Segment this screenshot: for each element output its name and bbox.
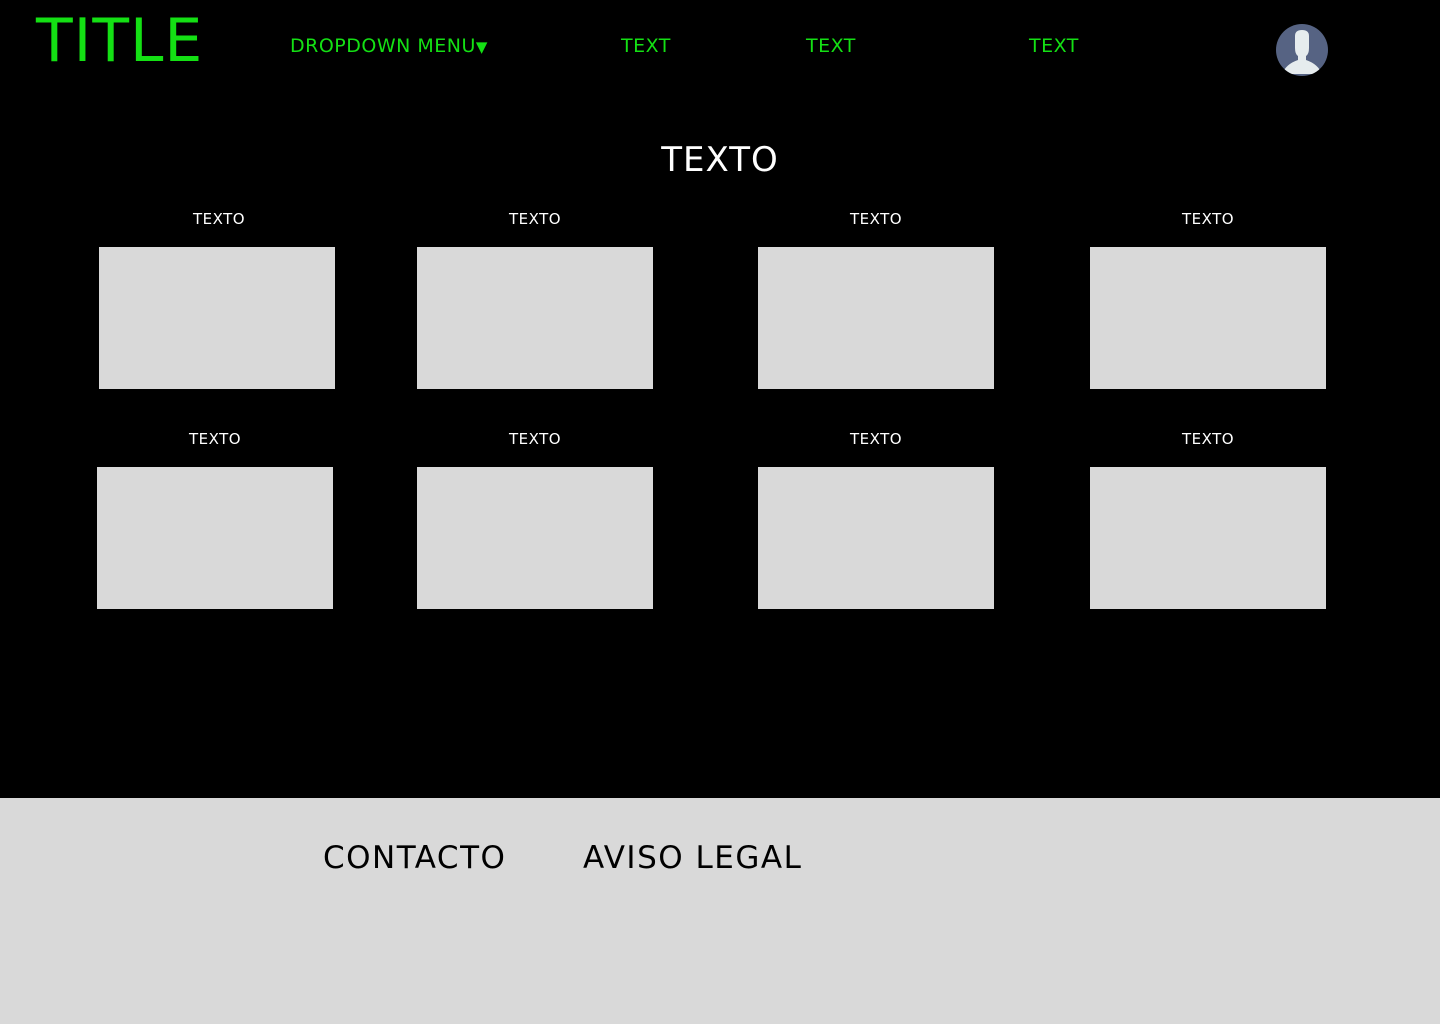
card-label: TEXTO	[849, 210, 903, 228]
card-image-placeholder[interactable]	[1090, 467, 1326, 609]
nav-link-1[interactable]: TEXT	[621, 34, 671, 58]
user-avatar-icon[interactable]	[1276, 24, 1328, 76]
card-image-placeholder[interactable]	[758, 247, 994, 389]
card-label: TEXTO	[1181, 430, 1235, 448]
section-heading: TEXTO	[661, 140, 779, 180]
footer-link-contacto[interactable]: CONTACTO	[323, 840, 506, 876]
footer	[0, 798, 1440, 1024]
dropdown-menu[interactable]: DROPDOWN MENU▼	[290, 34, 488, 59]
nav-link-2[interactable]: TEXT	[806, 34, 856, 58]
card-label: TEXTO	[1181, 210, 1235, 228]
card-image-placeholder[interactable]	[99, 247, 335, 389]
caret-down-icon: ▼	[475, 38, 488, 56]
dropdown-label: DROPDOWN MENU	[290, 35, 476, 57]
card-image-placeholder[interactable]	[1090, 247, 1326, 389]
card-label: TEXTO	[849, 430, 903, 448]
card-image-placeholder[interactable]	[417, 467, 653, 609]
card-label: TEXTO	[192, 210, 246, 228]
card-image-placeholder[interactable]	[97, 467, 333, 609]
footer-link-aviso-legal[interactable]: AVISO LEGAL	[583, 840, 802, 876]
nav-link-3[interactable]: TEXT	[1029, 34, 1079, 58]
card-image-placeholder[interactable]	[417, 247, 653, 389]
site-title[interactable]: TITLE	[36, 6, 203, 76]
card-label: TEXTO	[508, 210, 562, 228]
card-label: TEXTO	[508, 430, 562, 448]
card-image-placeholder[interactable]	[758, 467, 994, 609]
card-label: TEXTO	[188, 430, 242, 448]
